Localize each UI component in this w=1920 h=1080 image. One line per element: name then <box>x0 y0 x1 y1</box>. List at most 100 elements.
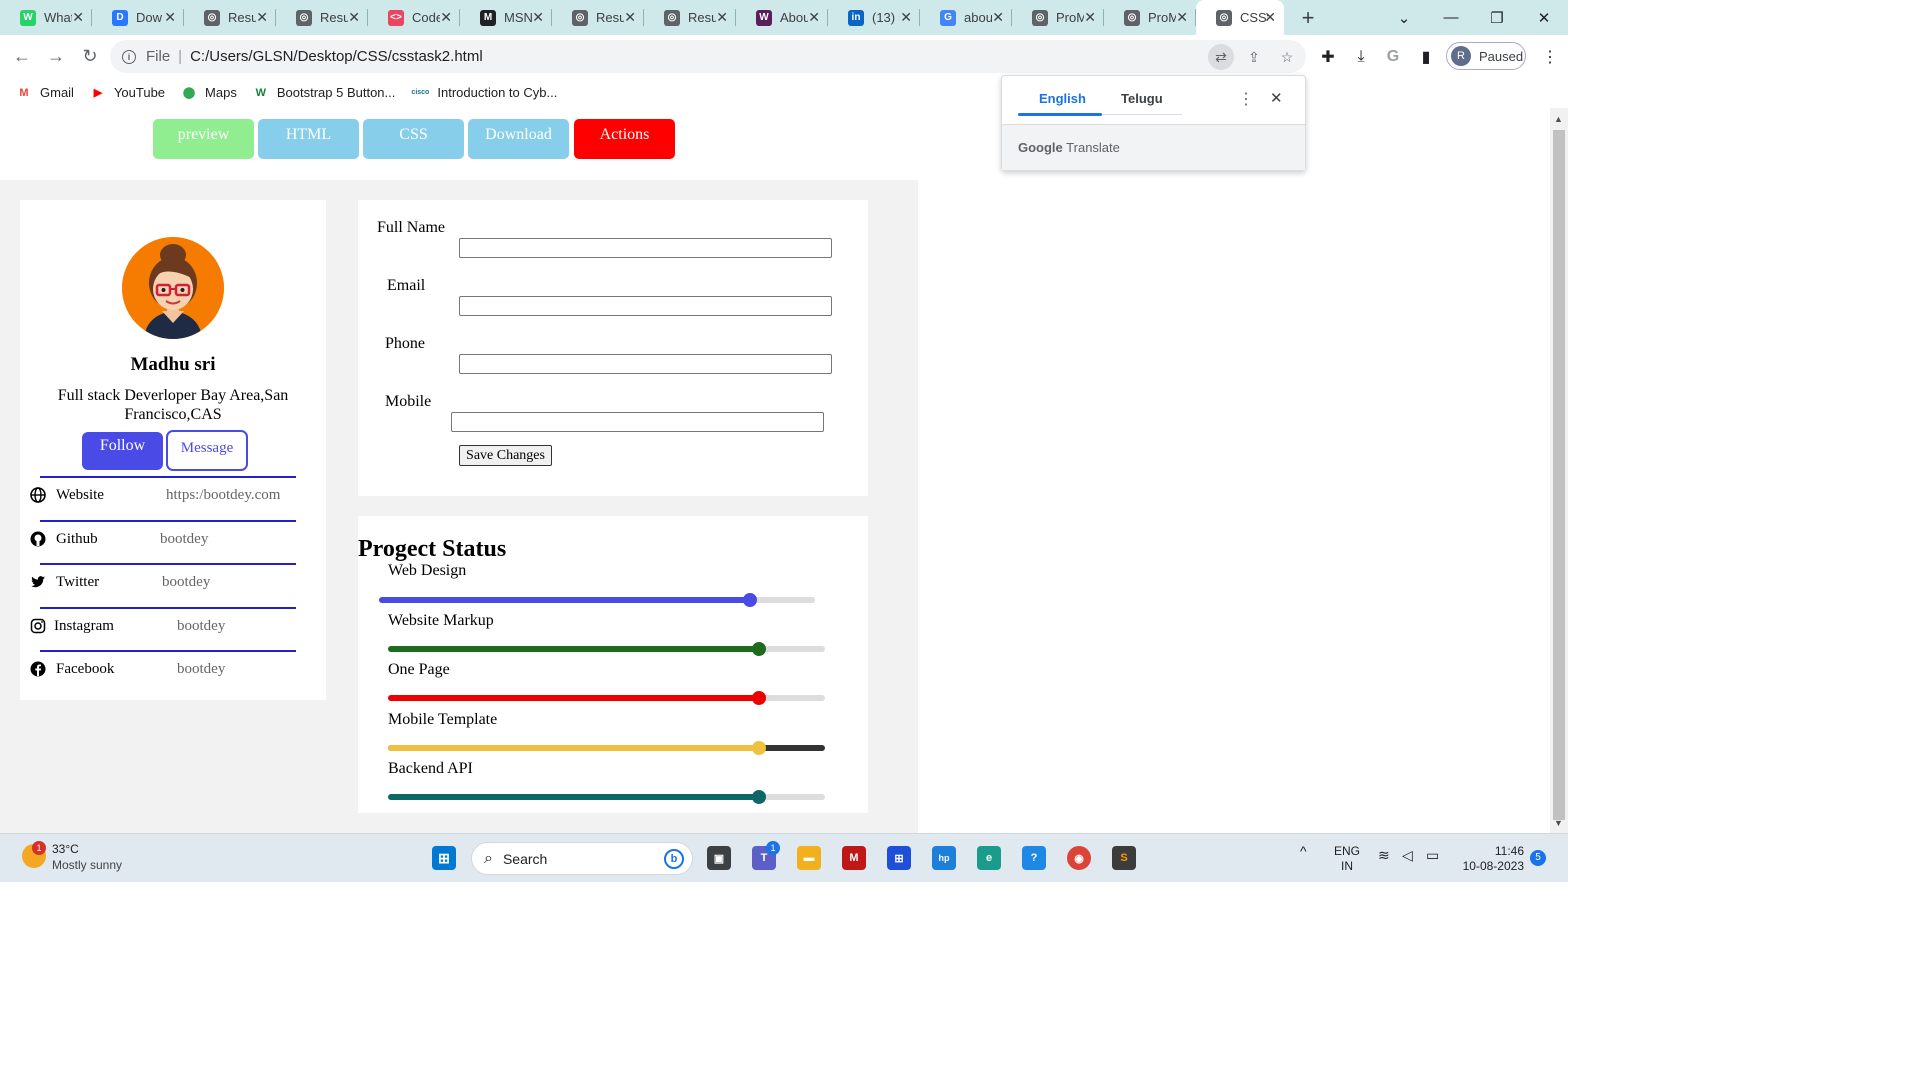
browser-tab[interactable]: W Abou ✕ <box>736 0 828 35</box>
slider-thumb[interactable] <box>752 642 766 656</box>
bookmark-item[interactable]: M Gmail <box>16 85 74 100</box>
tray-overflow-icon[interactable]: ^ <box>1300 844 1307 859</box>
tab-close-icon[interactable]: ✕ <box>1084 10 1096 24</box>
file-explorer-icon[interactable]: ▬ <box>797 846 821 870</box>
lang-telugu-tab[interactable]: Telugu <box>1121 91 1163 106</box>
volume-icon[interactable]: ◁ <box>1402 848 1413 863</box>
browser-tab[interactable]: ◎ Resu ✕ <box>276 0 368 35</box>
text-input[interactable] <box>451 412 824 432</box>
tab-close-icon[interactable]: ✕ <box>1176 10 1188 24</box>
tab-close-icon[interactable]: ✕ <box>164 10 176 24</box>
bookmark-item[interactable]: ⬤ Maps <box>181 85 237 100</box>
clock[interactable]: 11:46 10-08-2023 <box>1458 844 1524 874</box>
social-link-row[interactable]: Twitter bootdey <box>20 563 326 606</box>
social-link-row[interactable]: Website https:/bootdey.com <box>20 476 326 519</box>
tab-close-icon[interactable]: ✕ <box>440 10 452 24</box>
browser-tab[interactable]: ◎ Resu ✕ <box>644 0 736 35</box>
browser-tab[interactable]: ◎ Resu ✕ <box>552 0 644 35</box>
save-changes-button[interactable]: Save Changes <box>459 445 552 466</box>
text-input[interactable] <box>459 296 832 316</box>
tab-close-icon[interactable]: ✕ <box>1264 10 1276 24</box>
nav-button-preview[interactable]: preview <box>153 119 254 159</box>
social-link-row[interactable]: Github bootdey <box>20 520 326 563</box>
tab-close-icon[interactable]: ✕ <box>348 10 360 24</box>
translate-icon[interactable]: ⇄ <box>1208 44 1234 70</box>
task-view-icon[interactable]: ▣ <box>707 846 731 870</box>
bookmark-item[interactable]: cisco Introduction to Cyb... <box>411 85 557 100</box>
grammarly-icon[interactable]: G <box>1381 46 1405 68</box>
browser-tab[interactable]: ◎ ProM ✕ <box>1012 0 1104 35</box>
social-link-row[interactable]: Instagram bootdey <box>20 607 326 650</box>
forward-icon[interactable]: → <box>40 40 72 72</box>
reload-icon[interactable]: ↻ <box>74 40 106 72</box>
language-indicator[interactable]: ENG IN <box>1334 844 1360 874</box>
share-icon[interactable]: ⇪ <box>1241 44 1267 70</box>
text-input[interactable] <box>459 238 832 258</box>
mcafee-icon[interactable]: M <box>842 846 866 870</box>
tab-close-icon[interactable]: ✕ <box>716 10 728 24</box>
help-icon[interactable]: ? <box>1022 846 1046 870</box>
url-text[interactable]: C:/Users/GLSN/Desktop/CSS/csstask2.html <box>190 48 483 65</box>
edge-icon[interactable]: e <box>977 846 1001 870</box>
wifi-icon[interactable]: ≋ <box>1378 848 1390 863</box>
minimize-icon[interactable]: — <box>1428 0 1474 35</box>
nav-button-download[interactable]: Download <box>468 119 569 159</box>
tab-close-icon[interactable]: ✕ <box>72 10 84 24</box>
social-link-row[interactable]: Facebook bootdey <box>20 650 326 693</box>
translate-options-icon[interactable]: ⋮ <box>1238 89 1254 109</box>
tab-close-icon[interactable]: ✕ <box>992 10 1004 24</box>
progress-slider[interactable] <box>388 790 825 804</box>
maximize-icon[interactable]: ❐ <box>1474 0 1520 35</box>
browser-tab[interactable]: ◎ ProM ✕ <box>1104 0 1196 35</box>
new-tab-icon[interactable]: + <box>1292 0 1324 35</box>
bookmark-item[interactable]: ▶ YouTube <box>90 85 165 100</box>
extensions-icon[interactable]: ✚ <box>1316 46 1340 68</box>
translate-close-icon[interactable]: ✕ <box>1270 89 1283 107</box>
back-icon[interactable]: ← <box>6 40 38 72</box>
follow-button[interactable]: Follow <box>82 432 163 470</box>
browser-tab[interactable]: Gabou ✕ <box>920 0 1012 35</box>
scroll-down-icon[interactable]: ▼ <box>1554 818 1563 828</box>
bookmark-item[interactable]: W Bootstrap 5 Button... <box>253 85 396 100</box>
browser-tab[interactable]: D Dow ✕ <box>92 0 184 35</box>
scroll-thumb[interactable] <box>1553 130 1565 820</box>
slider-thumb[interactable] <box>752 790 766 804</box>
page-scrollbar[interactable]: ▲ ▼ <box>1550 108 1568 833</box>
store-icon[interactable]: ⊞ <box>887 846 911 870</box>
tab-search-icon[interactable]: ⌄ <box>1381 0 1427 35</box>
download-icon[interactable]: ⤓ <box>1349 46 1373 68</box>
browser-tab[interactable]: in (13) I ✕ <box>828 0 920 35</box>
progress-slider[interactable] <box>388 642 825 656</box>
nav-button-actions[interactable]: Actions <box>574 119 675 159</box>
nav-button-html[interactable]: HTML <box>258 119 359 159</box>
browser-tab[interactable]: <> Code ✕ <box>368 0 460 35</box>
site-info-icon[interactable]: i <box>122 49 136 64</box>
text-input[interactable] <box>459 354 832 374</box>
slider-thumb[interactable] <box>752 741 766 755</box>
taskbar-search[interactable]: ⌕ Search b <box>471 842 693 875</box>
battery-icon[interactable]: ▭ <box>1426 848 1439 863</box>
browser-tab[interactable]: W What ✕ <box>0 0 92 35</box>
bing-icon[interactable]: b <box>664 848 684 869</box>
weather-widget[interactable]: 33°C Mostly sunny <box>52 842 122 872</box>
slider-thumb[interactable] <box>752 691 766 705</box>
browser-tab[interactable]: ◎ Resu ✕ <box>184 0 276 35</box>
tab-close-icon[interactable]: ✕ <box>624 10 636 24</box>
side-panel-icon[interactable]: ▮ <box>1414 46 1438 68</box>
tab-close-icon[interactable]: ✕ <box>808 10 820 24</box>
bookmark-star-icon[interactable]: ☆ <box>1274 44 1300 70</box>
myhp-icon[interactable]: hp <box>932 846 956 870</box>
menu-icon[interactable]: ⋮ <box>1538 46 1562 68</box>
slider-thumb[interactable] <box>743 593 757 607</box>
progress-slider[interactable] <box>388 691 825 705</box>
sublime-icon[interactable]: S <box>1112 846 1136 870</box>
chrome-icon[interactable]: ◉ <box>1067 846 1091 870</box>
scroll-up-icon[interactable]: ▲ <box>1554 114 1563 124</box>
notification-badge[interactable]: 5 <box>1530 850 1546 866</box>
progress-slider[interactable] <box>379 593 815 607</box>
address-bar[interactable]: i File | C:/Users/GLSN/Desktop/CSS/cssta… <box>110 40 1306 73</box>
tab-close-icon[interactable]: ✕ <box>256 10 268 24</box>
browser-tab[interactable]: M MSN ✕ <box>460 0 552 35</box>
message-button[interactable]: Message <box>166 430 248 471</box>
close-window-icon[interactable]: ✕ <box>1521 0 1567 35</box>
